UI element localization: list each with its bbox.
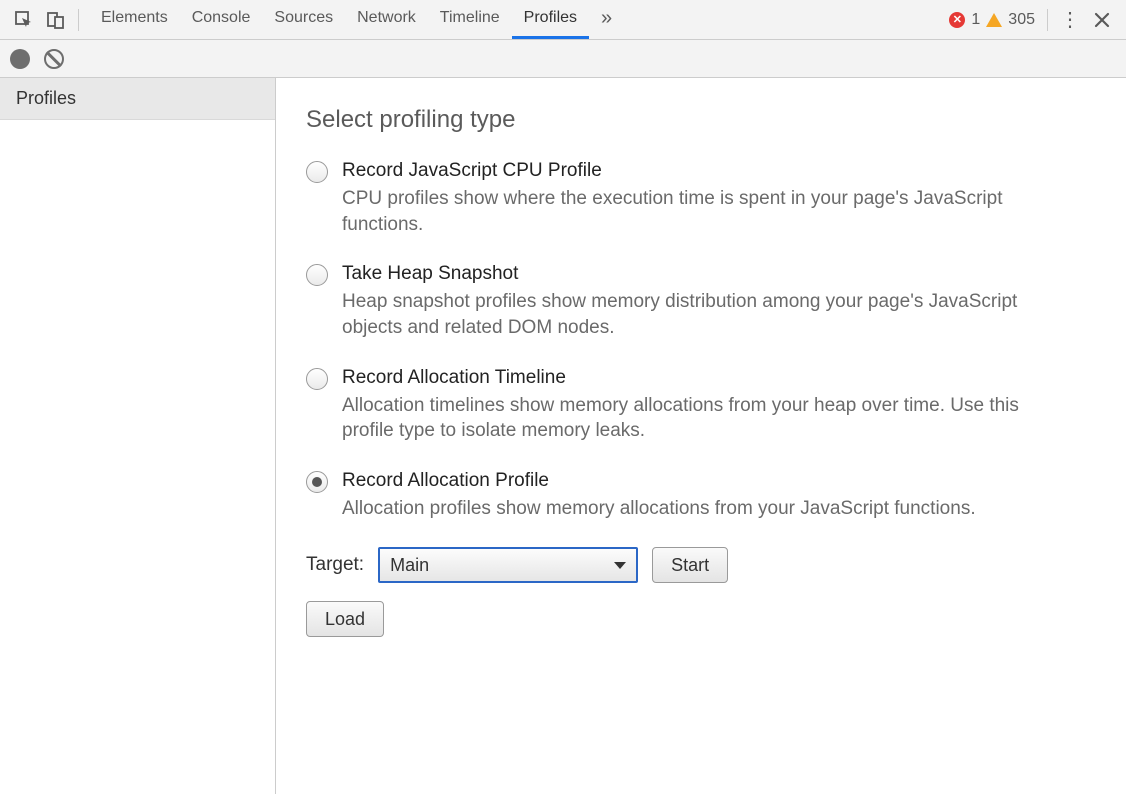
option-title: Record JavaScript CPU Profile [342, 160, 1096, 182]
tab-timeline[interactable]: Timeline [428, 0, 512, 39]
load-button[interactable]: Load [306, 601, 384, 637]
profiles-content: Select profiling type Record JavaScript … [276, 78, 1126, 794]
error-icon: ✕ [949, 12, 965, 28]
option-desc: CPU profiles show where the execution ti… [342, 186, 1052, 237]
tab-console[interactable]: Console [180, 0, 263, 39]
page-heading: Select profiling type [306, 106, 1096, 134]
inspect-element-icon[interactable] [8, 6, 40, 34]
option-cpu-profile[interactable]: Record JavaScript CPU Profile CPU profil… [306, 160, 1096, 237]
option-desc: Allocation timelines show memory allocat… [342, 393, 1052, 444]
record-button[interactable] [10, 49, 30, 69]
devtools-tabs: Elements Console Sources Network Timelin… [89, 0, 624, 39]
error-count: 1 [971, 11, 980, 29]
sidebar-item-profiles[interactable]: Profiles [0, 78, 275, 120]
start-button[interactable]: Start [652, 547, 728, 583]
record-icon [10, 49, 30, 69]
console-status[interactable]: ✕ 1 305 [943, 11, 1041, 29]
profiles-toolbar [0, 40, 1126, 78]
tab-network[interactable]: Network [345, 0, 428, 39]
tab-elements[interactable]: Elements [89, 0, 180, 39]
tab-sources[interactable]: Sources [262, 0, 345, 39]
chevron-down-icon [614, 562, 626, 569]
target-row: Target: Main Start [306, 547, 1096, 583]
tabs-overflow-icon[interactable]: » [589, 0, 624, 39]
device-toolbar-icon[interactable] [40, 6, 72, 34]
option-desc: Heap snapshot profiles show memory distr… [342, 289, 1052, 340]
clear-icon [44, 49, 64, 69]
radio-cpu-profile[interactable] [306, 161, 328, 183]
option-heap-snapshot[interactable]: Take Heap Snapshot Heap snapshot profile… [306, 263, 1096, 340]
option-allocation-profile[interactable]: Record Allocation Profile Allocation pro… [306, 470, 1096, 522]
target-select[interactable]: Main [378, 547, 638, 583]
option-title: Record Allocation Profile [342, 470, 1096, 492]
profiles-sidebar: Profiles [0, 78, 276, 794]
radio-heap-snapshot[interactable] [306, 264, 328, 286]
tab-profiles[interactable]: Profiles [512, 0, 589, 39]
devtools-top-toolbar: Elements Console Sources Network Timelin… [0, 0, 1126, 40]
radio-allocation-profile[interactable] [306, 471, 328, 493]
close-devtools-icon[interactable] [1086, 6, 1118, 34]
target-selected-value: Main [390, 555, 429, 576]
clear-button[interactable] [44, 49, 64, 69]
settings-menu-icon[interactable]: ⋮ [1054, 6, 1086, 34]
toolbar-divider [78, 9, 79, 31]
option-allocation-timeline[interactable]: Record Allocation Timeline Allocation ti… [306, 367, 1096, 444]
option-desc: Allocation profiles show memory allocati… [342, 496, 1052, 522]
main-area: Profiles Select profiling type Record Ja… [0, 78, 1126, 794]
warning-count: 305 [1008, 11, 1035, 29]
option-title: Take Heap Snapshot [342, 263, 1096, 285]
radio-allocation-timeline[interactable] [306, 368, 328, 390]
toolbar-divider [1047, 9, 1048, 31]
option-title: Record Allocation Timeline [342, 367, 1096, 389]
warning-icon [986, 13, 1002, 27]
target-label: Target: [306, 554, 364, 576]
